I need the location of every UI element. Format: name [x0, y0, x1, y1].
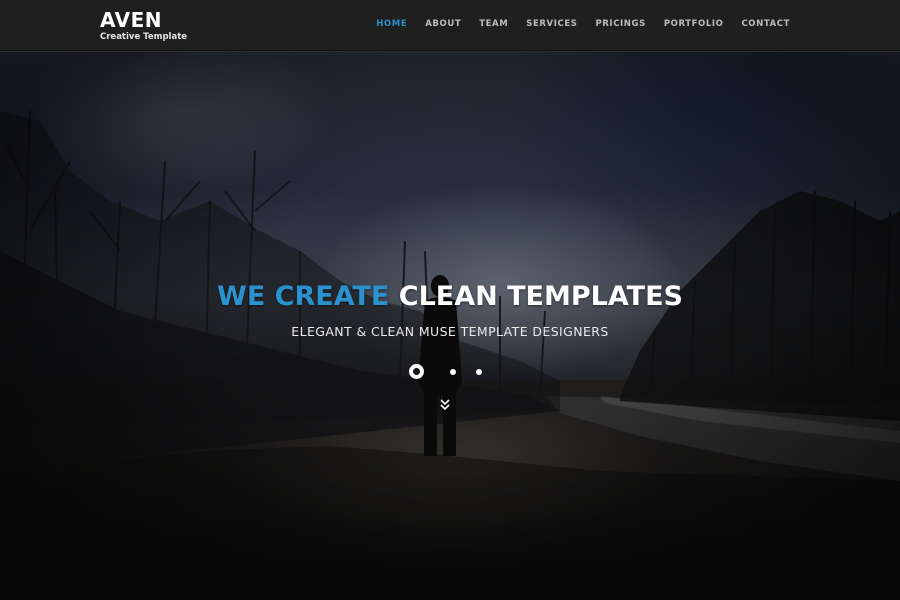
hero-title-main: CLEAN TEMPLATES [398, 281, 683, 312]
hero-content: WE CREATE CLEAN TEMPLATES ELEGANT & CLEA… [0, 281, 900, 340]
slider-dot-1[interactable] [408, 364, 424, 379]
nav-item-home[interactable]: HOME [376, 18, 407, 30]
hero-section: WE CREATE CLEAN TEMPLATES ELEGANT & CLEA… [0, 51, 900, 600]
slider-dot-3[interactable] [475, 368, 482, 375]
scroll-down-button[interactable] [438, 397, 452, 411]
hero-subtitle: ELEGANT & CLEAN MUSE TEMPLATE DESIGNERS [291, 324, 609, 339]
nav-item-portfolio[interactable]: PORTFOLIO [664, 18, 724, 30]
nav-item-pricings[interactable]: PRICINGS [595, 18, 645, 30]
double-chevron-down-icon [440, 399, 450, 411]
nav-item-contact[interactable]: CONTACT [741, 18, 790, 30]
nav-item-about[interactable]: ABOUT [425, 18, 461, 30]
brand-title: AVEN [100, 8, 162, 32]
slider-dot-2[interactable] [449, 368, 456, 375]
brand-logo[interactable]: AVEN Creative Template [100, 9, 187, 43]
top-navbar: AVEN Creative Template HOME ABOUT TEAM S… [0, 0, 900, 51]
nav-item-services[interactable]: SERVICES [526, 18, 577, 30]
brand-subtitle: Creative Template [100, 32, 188, 42]
nav-item-team[interactable]: TEAM [479, 18, 508, 30]
slider-pagination [0, 364, 900, 379]
hero-title: WE CREATE CLEAN TEMPLATES [0, 281, 900, 313]
main-nav: HOME ABOUT TEAM SERVICES PRICINGS PORTFO… [358, 18, 790, 30]
hero-title-accent: WE CREATE [217, 281, 390, 312]
